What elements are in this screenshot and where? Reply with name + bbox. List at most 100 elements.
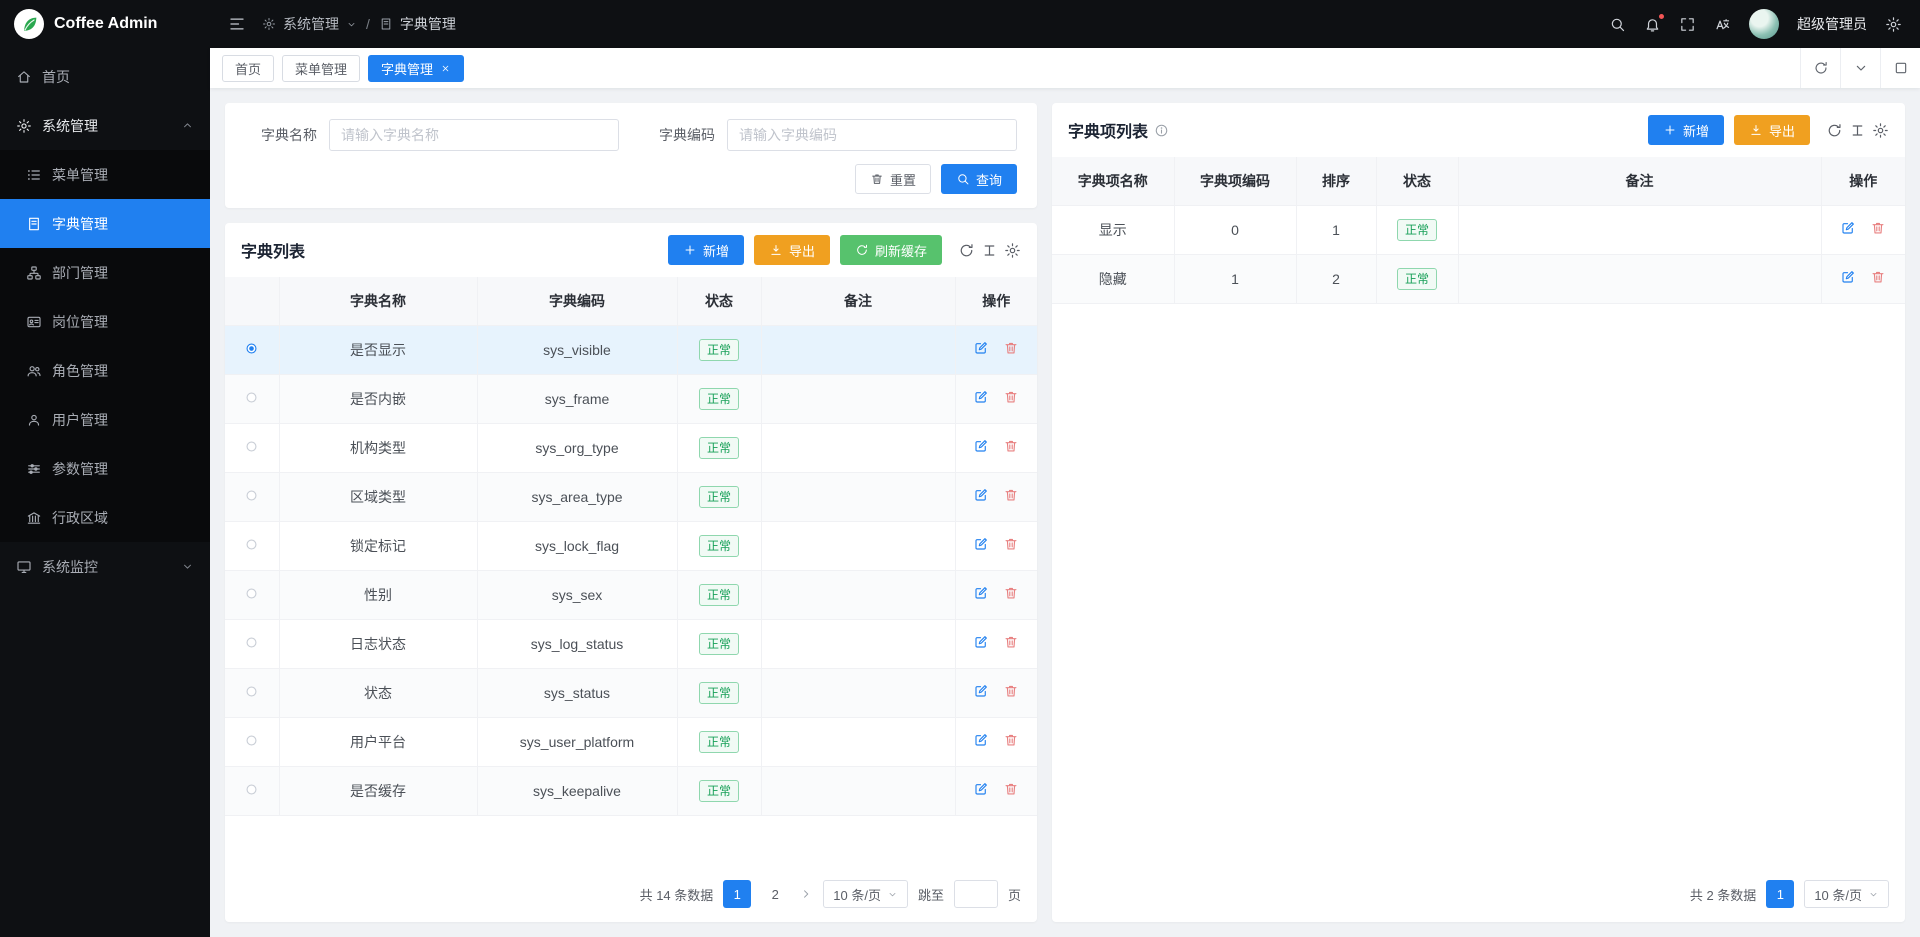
jump-page-input[interactable] (954, 880, 998, 908)
export-dict-button[interactable]: 导出 (754, 235, 830, 265)
radio-button[interactable] (244, 684, 259, 699)
maximize-content-icon[interactable] (1880, 48, 1920, 88)
breadcrumb-parent[interactable]: 系统管理 (283, 14, 339, 34)
settings-icon[interactable] (1872, 122, 1889, 139)
dict-name-input[interactable] (329, 119, 619, 151)
add-item-button[interactable]: 新增 (1648, 115, 1724, 145)
edit-icon[interactable] (1840, 220, 1856, 236)
delete-icon[interactable] (1003, 438, 1019, 454)
sidebar-item-param[interactable]: 参数管理 (0, 444, 210, 493)
radio-button[interactable] (244, 537, 259, 552)
sidebar-item-user[interactable]: 用户管理 (0, 395, 210, 444)
delete-icon[interactable] (1870, 269, 1886, 285)
dict-row[interactable]: 用户平台sys_user_platform正常 (225, 717, 1037, 766)
delete-icon[interactable] (1003, 781, 1019, 797)
page-size-select[interactable]: 10 条/页 (823, 880, 908, 908)
tab-menu[interactable]: 菜单管理 (282, 55, 360, 82)
radio-button[interactable] (244, 586, 259, 601)
fullscreen-icon[interactable] (1679, 16, 1696, 33)
radio-button[interactable] (244, 635, 259, 650)
delete-icon[interactable] (1003, 487, 1019, 503)
radio-button[interactable] (244, 733, 259, 748)
notifications-button[interactable] (1644, 16, 1661, 33)
edit-icon[interactable] (973, 781, 989, 797)
next-page-icon[interactable] (799, 887, 813, 901)
sidebar-item-menu[interactable]: 菜单管理 (0, 150, 210, 199)
dict-item-row[interactable]: 隐藏12正常 (1052, 254, 1905, 303)
delete-icon[interactable] (1003, 732, 1019, 748)
radio-button[interactable] (244, 439, 259, 454)
radio-button[interactable] (244, 488, 259, 503)
dict-row[interactable]: 机构类型sys_org_type正常 (225, 423, 1037, 472)
search-icon[interactable] (1609, 16, 1626, 33)
chevron-down-icon (181, 560, 194, 573)
page-size-select[interactable]: 10 条/页 (1804, 880, 1889, 908)
sidebar-item-dept[interactable]: 部门管理 (0, 248, 210, 297)
dict-row[interactable]: 是否缓存sys_keepalive正常 (225, 766, 1037, 815)
edit-icon[interactable] (1840, 269, 1856, 285)
sidebar-item-dict[interactable]: 字典管理 (0, 199, 210, 248)
edit-icon[interactable] (973, 585, 989, 601)
edit-icon[interactable] (973, 487, 989, 503)
delete-icon[interactable] (1003, 340, 1019, 356)
dict-item-row[interactable]: 显示01正常 (1052, 205, 1905, 254)
refresh-icon[interactable] (958, 242, 975, 259)
tabs-menu-icon[interactable] (1840, 48, 1880, 88)
sidebar-item-post[interactable]: 岗位管理 (0, 297, 210, 346)
edit-icon[interactable] (973, 438, 989, 454)
settings-icon[interactable] (1885, 16, 1902, 33)
dict-code-input[interactable] (727, 119, 1017, 151)
app-logo[interactable]: Coffee Admin (0, 0, 210, 48)
delete-icon[interactable] (1003, 683, 1019, 699)
dict-row[interactable]: 是否内嵌sys_frame正常 (225, 374, 1037, 423)
radio-button[interactable] (244, 341, 259, 356)
add-item-label: 新增 (1683, 121, 1709, 140)
sidebar-item-monitor[interactable]: 系统监控 (0, 542, 210, 591)
delete-icon[interactable] (1003, 536, 1019, 552)
delete-icon[interactable] (1870, 220, 1886, 236)
sidebar-item-system[interactable]: 系统管理 (0, 101, 210, 150)
settings-icon[interactable] (1004, 242, 1021, 259)
close-tab-icon[interactable] (440, 63, 451, 74)
add-dict-button[interactable]: 新增 (668, 235, 744, 265)
sidebar-item-home[interactable]: 首页 (0, 52, 210, 101)
dict-row[interactable]: 状态sys_status正常 (225, 668, 1037, 717)
refresh-page-icon[interactable] (1800, 48, 1840, 88)
avatar[interactable] (1749, 9, 1779, 39)
query-button[interactable]: 查询 (941, 164, 1017, 194)
radio-button[interactable] (244, 390, 259, 405)
dict-row[interactable]: 区域类型sys_area_type正常 (225, 472, 1037, 521)
status-cell: 正常 (677, 717, 761, 766)
edit-icon[interactable] (973, 389, 989, 405)
delete-icon[interactable] (1003, 634, 1019, 650)
dict-row[interactable]: 性别sys_sex正常 (225, 570, 1037, 619)
edit-icon[interactable] (973, 634, 989, 650)
refresh-icon[interactable] (1826, 122, 1843, 139)
plus-icon (1663, 123, 1677, 137)
edit-icon[interactable] (973, 536, 989, 552)
column-height-icon[interactable] (981, 242, 998, 259)
page-button-1[interactable]: 1 (723, 880, 751, 908)
radio-button[interactable] (244, 782, 259, 797)
edit-icon[interactable] (973, 732, 989, 748)
page-button-1[interactable]: 1 (1766, 880, 1794, 908)
edit-icon[interactable] (973, 683, 989, 699)
edit-icon[interactable] (973, 340, 989, 356)
tab-home[interactable]: 首页 (222, 55, 274, 82)
column-height-icon[interactable] (1849, 122, 1866, 139)
reset-button[interactable]: 重置 (855, 164, 931, 194)
delete-icon[interactable] (1003, 585, 1019, 601)
dict-row[interactable]: 是否显示sys_visible正常 (225, 325, 1037, 374)
translate-icon[interactable] (1714, 16, 1731, 33)
page-button-2[interactable]: 2 (761, 880, 789, 908)
sidebar-item-region[interactable]: 行政区域 (0, 493, 210, 542)
dict-row[interactable]: 锁定标记sys_lock_flag正常 (225, 521, 1037, 570)
refresh-cache-button[interactable]: 刷新缓存 (840, 235, 942, 265)
username[interactable]: 超级管理员 (1797, 14, 1867, 34)
sidebar-collapse-icon[interactable] (228, 15, 246, 33)
sidebar-item-role[interactable]: 角色管理 (0, 346, 210, 395)
delete-icon[interactable] (1003, 389, 1019, 405)
dict-row[interactable]: 日志状态sys_log_status正常 (225, 619, 1037, 668)
export-item-button[interactable]: 导出 (1734, 115, 1810, 145)
tab-dict[interactable]: 字典管理 (368, 55, 464, 82)
